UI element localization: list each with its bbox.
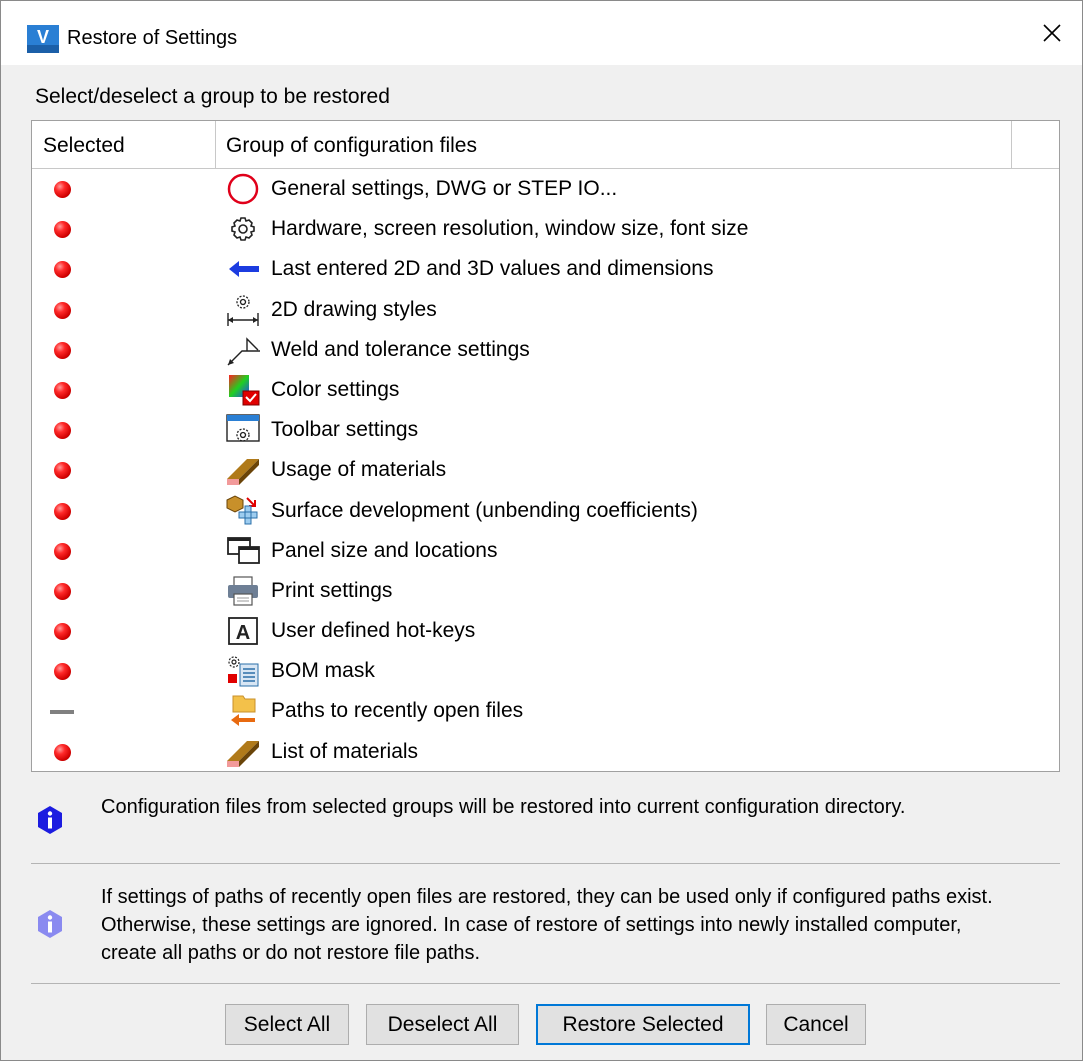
title-bar: V Restore of Settings — [1, 1, 1082, 65]
selected-indicator[interactable] — [54, 623, 71, 641]
table-row[interactable]: Usage of materials — [32, 450, 1059, 490]
table-row[interactable]: Surface development (unbending coefficie… — [32, 491, 1059, 531]
column-header-group[interactable]: Group of configuration files — [216, 121, 1012, 168]
close-button[interactable] — [1022, 1, 1082, 65]
selected-indicator[interactable] — [54, 341, 71, 359]
separator — [31, 863, 1060, 864]
info-message-restore: Configuration files from selected groups… — [31, 787, 1060, 863]
select-all-button[interactable]: Select All — [225, 1004, 349, 1045]
selected-indicator[interactable] — [54, 502, 71, 520]
selected-indicator[interactable] — [54, 422, 71, 440]
table-row[interactable]: Toolbar settings — [32, 410, 1059, 450]
selected-indicator[interactable] — [54, 221, 71, 239]
column-header-selected[interactable]: Selected — [32, 121, 216, 168]
deselect-all-button[interactable]: Deselect All — [366, 1004, 519, 1045]
row-label: General settings, DWG or STEP IO... — [271, 177, 618, 200]
material-bar-icon — [227, 740, 259, 767]
info-message-paths: If settings of paths of recently open fi… — [31, 877, 1060, 973]
row-label: Color settings — [271, 377, 400, 401]
weld-symbol-icon — [227, 337, 260, 366]
printer-icon — [228, 576, 258, 606]
circle-icon — [227, 173, 259, 205]
table-row[interactable]: Color settings — [32, 370, 1059, 410]
info-text: Configuration files from selected groups… — [101, 796, 906, 818]
material-bar-icon — [227, 459, 259, 486]
row-label: Paths to recently open files — [271, 699, 524, 723]
table-header: Selected Group of configuration files — [32, 121, 1059, 169]
table-row[interactable]: A User defined hot-keys — [32, 611, 1059, 651]
column-header-filler — [1012, 121, 1059, 168]
app-logo-icon: V — [27, 25, 59, 53]
row-label: Panel size and locations — [271, 538, 498, 562]
arrow-left-icon — [229, 261, 259, 278]
row-label: 2D drawing styles — [271, 297, 437, 321]
row-label: Hardware, screen resolution, window size… — [271, 217, 749, 241]
config-groups-table: Selected Group of configuration files Ge… — [31, 120, 1060, 772]
bom-icon — [228, 656, 259, 687]
separator — [31, 983, 1060, 984]
svg-text:V: V — [37, 27, 49, 47]
selected-indicator[interactable] — [54, 261, 71, 279]
table-row[interactable]: Print settings — [32, 571, 1059, 611]
color-palette-icon — [229, 374, 260, 406]
selected-indicator[interactable] — [54, 181, 71, 198]
close-icon — [1043, 24, 1061, 42]
restore-settings-dialog: V Restore of Settings Select/deselect a … — [0, 0, 1083, 1061]
panels-icon — [227, 536, 260, 564]
row-label: User defined hot-keys — [271, 619, 476, 643]
info-text: If settings of paths of recently open fi… — [101, 886, 993, 964]
instruction-label: Select/deselect a group to be restored — [35, 85, 390, 108]
restore-selected-button[interactable]: Restore Selected — [536, 1004, 750, 1045]
table-row[interactable]: Hardware, screen resolution, window size… — [32, 209, 1059, 249]
table-row[interactable]: Panel size and locations — [32, 531, 1059, 571]
unfold-box-icon — [226, 494, 258, 524]
row-label: Print settings — [271, 578, 393, 602]
row-label: Surface development (unbending coefficie… — [271, 498, 698, 522]
unselected-indicator[interactable] — [50, 703, 74, 720]
folder-arrow-icon — [231, 695, 256, 727]
selected-indicator[interactable] — [54, 301, 71, 319]
svg-text:A: A — [236, 622, 250, 644]
gear-icon — [231, 217, 255, 241]
row-label: List of materials — [271, 739, 419, 763]
row-label: Last entered 2D and 3D values and dimens… — [271, 257, 714, 281]
toolbar-gear-icon — [226, 414, 260, 442]
row-label: BOM mask — [271, 659, 375, 683]
info-icon — [38, 806, 62, 834]
selected-indicator[interactable] — [54, 381, 71, 399]
dimension-gear-icon — [227, 294, 259, 326]
table-row[interactable]: List of materials — [32, 732, 1059, 772]
selected-indicator[interactable] — [54, 542, 71, 560]
row-label: Weld and tolerance settings — [271, 337, 530, 361]
table-row[interactable]: Paths to recently open files — [32, 691, 1059, 731]
table-row[interactable]: Weld and tolerance settings — [32, 330, 1059, 370]
selected-indicator[interactable] — [54, 582, 71, 600]
hotkey-icon: A — [228, 617, 258, 645]
table-body: General settings, DWG or STEP IO... Hard… — [32, 169, 1059, 772]
table-row[interactable]: BOM mask — [32, 651, 1059, 691]
table-row[interactable]: General settings, DWG or STEP IO... — [32, 169, 1059, 209]
row-label: Toolbar settings — [271, 418, 419, 442]
info-icon — [38, 910, 62, 938]
window-title: Restore of Settings — [67, 27, 238, 49]
selected-indicator[interactable] — [54, 663, 71, 681]
selected-indicator[interactable] — [54, 743, 71, 761]
row-label: Usage of materials — [271, 458, 447, 482]
cancel-button[interactable]: Cancel — [766, 1004, 866, 1045]
table-row[interactable]: 2D drawing styles — [32, 290, 1059, 330]
selected-indicator[interactable] — [54, 462, 71, 480]
table-row[interactable]: Last entered 2D and 3D values and dimens… — [32, 249, 1059, 289]
